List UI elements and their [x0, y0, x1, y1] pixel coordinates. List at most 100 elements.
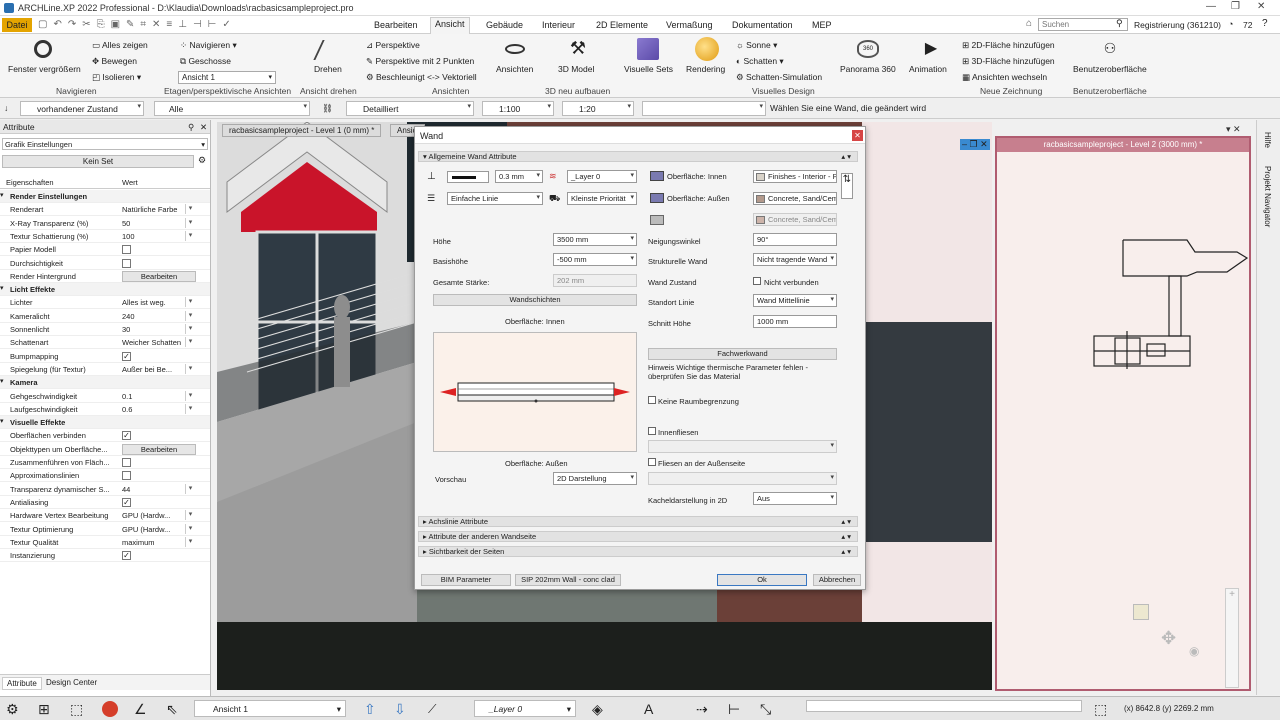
close-icon[interactable]: ✕ — [1257, 1, 1265, 12]
preview-mode-select[interactable]: 2D Darstellung ▾ — [553, 472, 637, 485]
perspective2-button[interactable]: ✎ Perspektive mit 2 Punkten — [366, 56, 474, 67]
close-icon[interactable]: ✕ — [852, 130, 863, 141]
rotate-button[interactable]: Drehen — [314, 64, 342, 74]
tab-interieur[interactable]: Interieur — [538, 19, 579, 34]
filter-select[interactable]: Alle ▾ — [154, 101, 310, 116]
property-checkbox[interactable]: ✓ — [122, 497, 131, 507]
collapse-icon[interactable]: ▾ — [0, 284, 4, 292]
view-tab-level2[interactable]: racbasicsampleproject - Level 2 (3000 mm… — [997, 138, 1249, 152]
tab-bearbeiten[interactable]: Bearbeiten — [370, 19, 422, 34]
magnet-icon[interactable] — [102, 701, 118, 717]
hammer-3d-icon[interactable]: ⚒ — [567, 38, 589, 60]
property-checkbox[interactable]: ✓ — [122, 551, 131, 561]
priority-select[interactable]: Kleinste Priorität ▾ — [567, 192, 637, 205]
material-3-select[interactable]: Concrete, Sand/Ceme — [753, 213, 837, 226]
house-icon[interactable]: ⌂ — [1026, 18, 1032, 29]
text-style-icon[interactable]: A — [644, 701, 660, 717]
move-button[interactable]: ✥ Bewegen — [92, 56, 137, 67]
property-row[interactable]: Laufgeschwindigkeit 0.6 ▾ — [0, 403, 210, 416]
property-value[interactable]: 44 — [122, 485, 130, 494]
snap-frame-icon[interactable]: ⬚ — [70, 701, 86, 717]
property-value[interactable]: Alles ist weg. — [122, 298, 166, 307]
isolate-button[interactable]: ◰ Isolieren ▾ — [92, 72, 141, 83]
chevron-down-icon[interactable]: ▾ — [185, 403, 195, 414]
floor-down-icon[interactable]: ⇩ — [394, 701, 410, 717]
fit-view-icon[interactable]: ⬚ — [1094, 701, 1110, 717]
tab-attribute[interactable]: Attribute — [2, 677, 42, 690]
chevron-down-icon[interactable]: ▾ — [185, 337, 195, 348]
property-value[interactable]: Natürliche Farbe — [122, 205, 177, 214]
chevron-down-icon[interactable]: ▾ — [185, 324, 195, 334]
property-checkbox[interactable]: ✓ — [122, 351, 131, 361]
restore-icon[interactable]: ❐ — [1231, 1, 1240, 12]
property-section[interactable]: Render Einstellungen ▾ — [0, 190, 210, 203]
search-icon[interactable]: ⚲ — [1116, 18, 1123, 29]
expert-wall-button[interactable]: Fachwerkwand — [648, 348, 837, 360]
section-general[interactable]: ▾ Allgemeine Wand Attribute ▴ ▾ — [418, 151, 858, 162]
property-edit-button[interactable]: Bearbeiten — [122, 270, 196, 282]
height-input[interactable]: 3500 mm ▾ — [553, 233, 637, 246]
tiles-out-checkbox[interactable] — [648, 458, 656, 466]
shadow-button[interactable]: ◐ Schatten ▾ — [736, 56, 784, 67]
3d-model-button[interactable]: 3D Model — [558, 64, 594, 74]
section-other-side[interactable]: ▸ Attribute der anderen Wandseite ▴ ▾ — [418, 531, 858, 542]
search-input[interactable] — [1038, 18, 1128, 31]
3d-view-icon[interactable]: ⟋ — [428, 701, 444, 717]
navigation-widget[interactable]: ✥ ◉ — [1127, 594, 1207, 674]
scale1-select[interactable]: 1:100 ▾ — [482, 101, 554, 116]
arrow-down-icon[interactable]: ↓ — [4, 103, 8, 113]
property-row[interactable]: Gehgeschwindigkeit 0.1 ▾ — [0, 390, 210, 403]
tab-design-center[interactable]: Design Center — [46, 678, 97, 687]
property-edit-button[interactable]: Bearbeiten — [122, 443, 196, 455]
bim-parameter-button[interactable]: BIM Parameter — [421, 574, 511, 586]
property-value[interactable]: 30 — [122, 325, 130, 334]
property-value[interactable]: GPU (Hardw... — [122, 525, 170, 534]
status-view-select[interactable]: Ansicht 1 ▾ — [194, 700, 346, 717]
cancel-button[interactable]: Abbrechen — [813, 574, 861, 586]
collapse-icon[interactable]: ▴ ▾ — [841, 532, 851, 541]
user-interface-button[interactable]: Benutzeroberfläche — [1073, 64, 1147, 74]
property-value[interactable]: 0.1 — [122, 392, 132, 401]
property-row[interactable]: X-Ray Transparenz (%) 50 ▾ — [0, 217, 210, 230]
wall-type-button[interactable]: SIP 202mm Wall - conc clad — [515, 574, 621, 586]
scale2-select[interactable]: 1:20 ▾ — [562, 101, 634, 116]
help-icon[interactable]: ? — [1262, 18, 1268, 29]
struct-select[interactable]: Nicht tragende Wand ▾ — [753, 253, 837, 266]
sun-button[interactable]: ☼ Sonne ▾ — [736, 40, 777, 51]
settings-gear-icon[interactable]: ⚙ — [6, 701, 22, 717]
collapse-icon[interactable]: ▾ — [0, 417, 4, 425]
views-button[interactable]: Ansichten — [496, 64, 533, 74]
detail-select[interactable]: Detailliert ▾ — [346, 101, 474, 116]
tab-ansicht[interactable]: Ansicht — [430, 17, 470, 35]
collapse-icon[interactable]: ▴ ▾ — [841, 517, 851, 526]
property-row[interactable]: Instanzierung ✓ — [0, 549, 210, 563]
property-value[interactable]: GPU (Hardw... — [122, 511, 170, 520]
select-arrow-icon[interactable]: ⇖ — [166, 701, 182, 717]
chevron-down-icon[interactable]: ▾ — [185, 217, 195, 228]
property-checkbox[interactable]: ✓ — [122, 431, 131, 441]
account-label[interactable]: Registrierung (361210) — [1134, 20, 1221, 30]
grid-icon[interactable]: ⊞ — [38, 701, 54, 717]
property-value[interactable]: 100 — [122, 232, 135, 241]
location-select[interactable]: Wand Mittellinie ▾ — [753, 294, 837, 307]
section-axis[interactable]: ▸ Achslinie Attribute ▴ ▾ — [418, 516, 858, 527]
swap-surfaces-icon[interactable]: ⇅ — [841, 173, 853, 199]
collapse-icon[interactable]: ▴ ▾ — [841, 152, 851, 161]
material-in-select[interactable]: Finishes - Interior - Pla — [753, 170, 837, 183]
zoom-window-button[interactable]: Fenster vergrößern — [8, 64, 81, 74]
add-2d-button[interactable]: ⊞ 2D-Fläche hinzufügen — [962, 40, 1055, 51]
accelerated-button[interactable]: ⚙ Beschleunigt <-> Vektoriell — [366, 72, 477, 83]
property-row[interactable]: Zusammenführen von Fläch... — [0, 456, 210, 469]
property-row[interactable]: Textur Qualität maximum ▾ — [0, 536, 210, 549]
2d-plan-view[interactable]: racbasicsampleproject - Level 2 (3000 mm… — [995, 136, 1251, 691]
property-row[interactable]: Bumpmapping ✓ — [0, 350, 210, 363]
chevron-down-icon[interactable]: ▾ — [185, 297, 195, 308]
add-3d-button[interactable]: ⊞ 3D-Fläche hinzufügen — [962, 56, 1055, 67]
collapse-icon[interactable]: ▾ — [0, 191, 4, 199]
dimension-icon[interactable]: ⊢ — [728, 701, 744, 717]
grafik-select[interactable]: Grafik Einstellungen ▾ — [2, 138, 208, 150]
property-value[interactable]: 50 — [122, 219, 130, 228]
property-checkbox[interactable] — [122, 458, 131, 467]
property-row[interactable]: Papier Modell — [0, 243, 210, 257]
chevron-down-icon[interactable]: ▾ — [185, 390, 195, 401]
